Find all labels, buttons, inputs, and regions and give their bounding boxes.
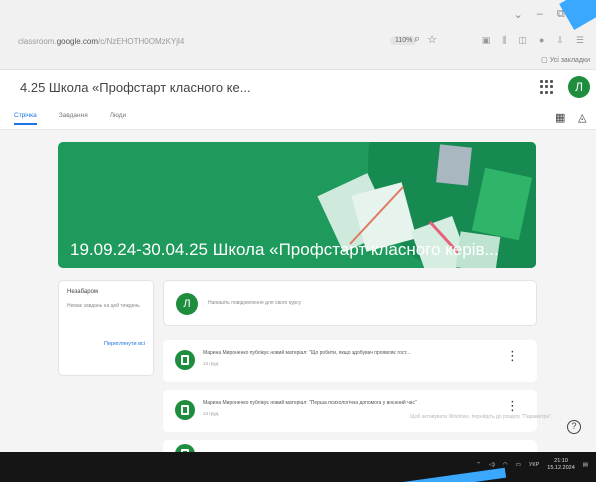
view-all-link[interactable]: Переглянути всі [104, 341, 145, 347]
star-icon[interactable]: ☆ [427, 33, 437, 46]
reading-list-icon[interactable]: ⫼ [502, 35, 506, 46]
tray-up-icon[interactable]: ⌃ [476, 462, 481, 468]
drive-icon[interactable]: ◬ [578, 111, 586, 124]
address-icons: ⌕ ☆ [414, 33, 437, 46]
material-icon [175, 350, 195, 370]
announce-placeholder: Напишіть повідомлення для свого курсу [208, 300, 302, 306]
search-icon[interactable]: ⌕ [414, 33, 420, 46]
stream-item[interactable]: Марина Мироненко публікує новий матеріал… [163, 390, 537, 432]
address-bar[interactable]: classroom.google.com/c/NzEHOTH0OMzKYjl4 [18, 33, 438, 51]
tab-icon[interactable]: ◫ [518, 35, 527, 46]
course-title[interactable]: 4.25 Школа «Профстарт класного ке... [20, 80, 251, 95]
tab-stream[interactable]: Стрічка [14, 112, 37, 125]
stream-item-text: Марина Мироненко публікує новий матеріал… [203, 350, 411, 356]
clock-time: 21:10 [554, 458, 568, 464]
material-icon [175, 400, 195, 420]
clock[interactable]: 21:10 15.12.2024 [547, 458, 575, 473]
classroom-header: 4.25 Школа «Профстарт класного ке... Л С… [0, 70, 596, 130]
announce-box[interactable]: Л Напишіть повідомлення для свого курсу [163, 280, 537, 326]
chevron-down-icon[interactable]: ⌄ [514, 8, 523, 21]
classroom-tabs: Стрічка Завдання Люди [14, 112, 126, 125]
windows-taskbar: ⌃ ◁) ◠ ▭ УКР 21:10 15.12.2024 ▤ [0, 452, 596, 482]
bookmark-label: Усі закладки [549, 57, 590, 64]
upcoming-card: Незабаром Немає завдань на цей тиждень П… [58, 280, 154, 376]
photographed-screen: ⌄ – ⧉ ✕ classroom.google.com/c/NzEHOTH0O… [0, 0, 596, 482]
browser-toolbar: ⌄ – ⧉ ✕ classroom.google.com/c/NzEHOTH0O… [0, 0, 596, 70]
address-domain: google.com [56, 37, 99, 46]
course-banner: 19.09.24-30.04.25 Школа «Профстарт класн… [58, 142, 536, 268]
address-prefix: classroom. [18, 37, 57, 46]
language-indicator[interactable]: УКР [529, 462, 539, 468]
tab-people[interactable]: Люди [110, 112, 126, 125]
clock-date: 15.12.2024 [547, 465, 575, 472]
stream-item[interactable] [163, 440, 537, 464]
address-suffix: /c/NzEHOTH0OMzKYjl4 [98, 37, 185, 46]
volume-icon[interactable]: ◁) [489, 462, 495, 468]
stream-item[interactable]: Марина Мироненко публікує новий матеріал… [163, 340, 537, 382]
account-avatar[interactable]: Л [568, 76, 590, 98]
more-vert-icon[interactable]: ⋮ [506, 349, 519, 362]
profile-icon[interactable]: ● [539, 35, 544, 46]
google-apps-icon[interactable] [540, 80, 554, 94]
download-icon[interactable]: ⇩ [556, 35, 564, 46]
battery-icon[interactable]: ▭ [516, 462, 521, 468]
notification-icon[interactable]: ▤ [583, 462, 588, 468]
stream-item-date: 13 груд. [203, 361, 220, 366]
avatar: Л [176, 293, 198, 315]
tab-classwork[interactable]: Завдання [59, 112, 88, 125]
help-icon[interactable]: ? [567, 420, 581, 434]
toolbar-icons: ▣ ⫼ ◫ ● ⇩ ☰ [482, 35, 584, 46]
banner-title: 19.09.24-30.04.25 Школа «Профстарт класн… [70, 240, 499, 259]
more-vert-icon[interactable]: ⋮ [506, 399, 519, 412]
upcoming-title: Незабаром [67, 289, 99, 295]
stream-item-text: Марина Мироненко публікує новий матеріал… [203, 400, 417, 406]
minimize-icon[interactable]: – [537, 8, 543, 21]
extension-icon[interactable]: ▣ [482, 35, 491, 46]
windows-activation-text: Щоб активувати Windows, перейдіть до роз… [410, 414, 553, 420]
stream-item-date: 13 груд. [203, 411, 220, 416]
calendar-icon[interactable]: ▦ [555, 111, 565, 124]
menu-icon[interactable]: ☰ [576, 35, 584, 46]
all-bookmarks[interactable]: ▢ Усі закладки [541, 56, 590, 64]
upcoming-text: Немає завдань на цей тиждень [67, 303, 140, 309]
